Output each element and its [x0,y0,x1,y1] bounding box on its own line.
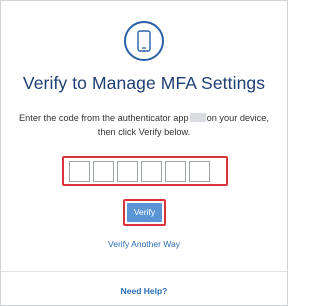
redacted-app-name [189,113,206,122]
verify-button[interactable]: Verify [127,203,162,222]
code-digit-2[interactable] [93,161,114,182]
code-digit-4[interactable] [141,161,162,182]
code-digit-1[interactable] [69,161,90,182]
instructions-text: Enter the code from the authenticator ap… [11,111,277,139]
code-digit-6[interactable] [189,161,210,182]
footer-divider [1,271,287,272]
verify-button-highlight: Verify [123,199,166,226]
verify-another-way-link[interactable]: Verify Another Way [1,239,287,249]
instructions-line2: then click Verify below. [97,127,191,137]
code-digit-5[interactable] [165,161,186,182]
instructions-line1-end: on your device, [206,113,269,123]
mobile-phone-icon [124,21,164,61]
need-help-link[interactable]: Need Help? [1,286,287,296]
code-digit-3[interactable] [117,161,138,182]
phone-glyph [137,30,151,52]
page-title: Verify to Manage MFA Settings [22,73,266,93]
code-input-group [62,156,228,186]
mfa-verify-panel: Verify to Manage MFA Settings Enter the … [0,0,288,306]
instructions-line1-start: Enter the code from the authenticator ap… [19,113,189,123]
